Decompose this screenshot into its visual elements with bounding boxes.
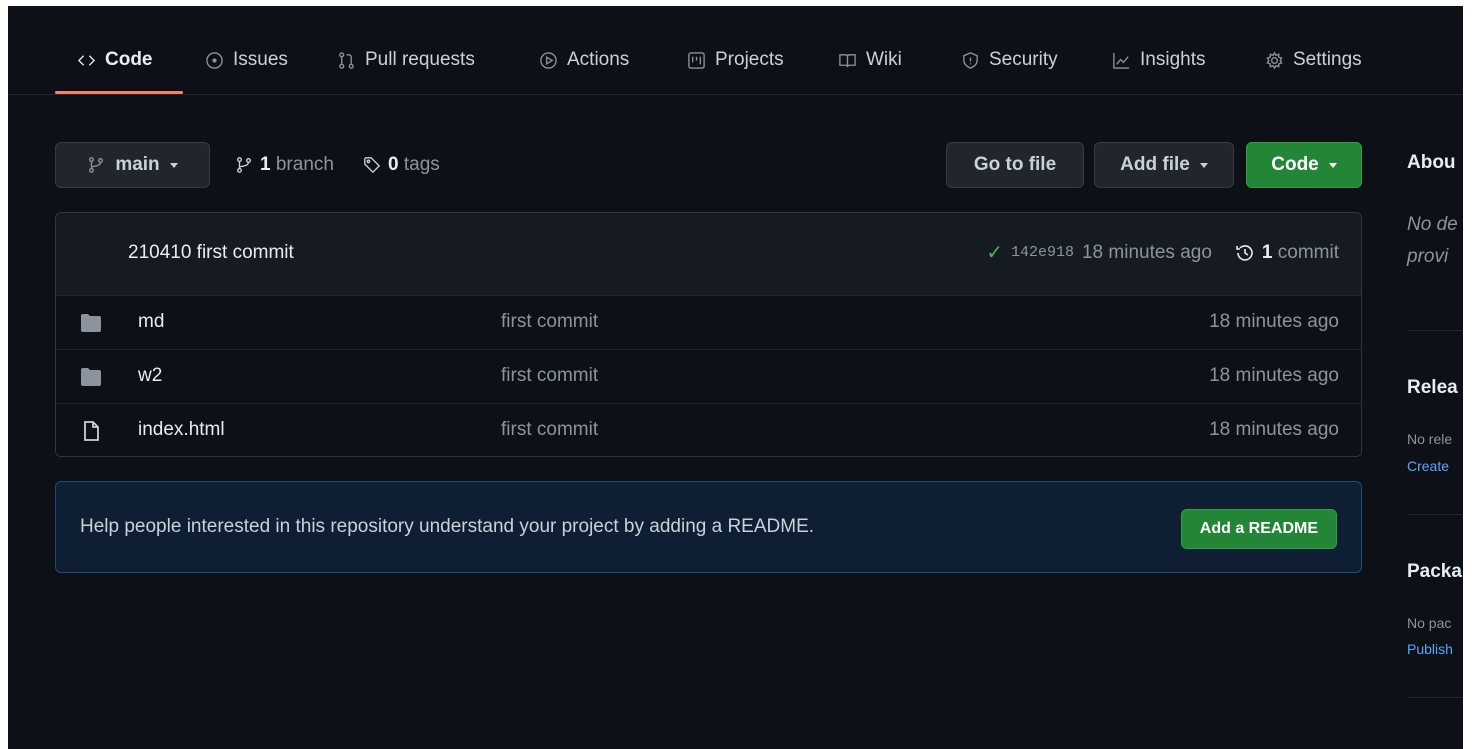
repo-nav: Code Issues Pull requests Actions Projec… — [8, 6, 1463, 95]
history-icon — [1236, 244, 1253, 261]
readme-banner: Help people interested in this repositor… — [55, 481, 1362, 573]
book-icon — [839, 53, 856, 67]
branch-select-button[interactable]: main — [55, 142, 210, 188]
check-icon: ✓ — [986, 242, 1003, 264]
file-age: 18 minutes ago — [1209, 419, 1339, 440]
shield-icon — [963, 51, 978, 69]
code-button-label: Code — [1271, 154, 1319, 175]
tab-settings-label: Settings — [1293, 49, 1362, 70]
packages-title[interactable]: Packa — [1407, 561, 1462, 583]
readme-banner-text: Help people interested in this repositor… — [80, 516, 815, 537]
latest-commit-header: 210410 first commit ✓ 142e918 18 minutes… — [56, 213, 1361, 296]
play-icon — [540, 51, 557, 69]
table-row[interactable]: md first commit 18 minutes ago — [56, 295, 1361, 349]
packages-text: No pac — [1407, 615, 1452, 631]
tab-wiki[interactable]: Wiki — [838, 46, 902, 74]
about-description-line2: provi — [1407, 246, 1449, 267]
code-icon — [77, 54, 96, 66]
gear-icon — [1266, 51, 1283, 69]
tag-count: 0 — [388, 154, 399, 175]
sidebar-divider — [1407, 330, 1463, 331]
tag-icon — [364, 157, 381, 174]
tab-projects-label: Projects — [715, 49, 784, 70]
commit-sha[interactable]: 142e918 — [1011, 244, 1074, 261]
tab-actions-label: Actions — [567, 49, 630, 70]
tab-projects[interactable]: Projects — [687, 46, 784, 74]
repository-page: Code Issues Pull requests Actions Projec… — [8, 6, 1463, 749]
about-description-line1: No de — [1407, 214, 1458, 235]
about-title: Abou — [1407, 152, 1456, 173]
folder-icon — [81, 314, 101, 332]
tag-label: tags — [403, 154, 440, 175]
file-name[interactable]: index.html — [138, 419, 225, 441]
table-row[interactable]: w2 first commit 18 minutes ago — [56, 349, 1361, 403]
folder-icon — [81, 368, 101, 386]
selected-tab-underline — [55, 91, 183, 94]
latest-commit-message[interactable]: 210410 first commit — [128, 242, 294, 264]
graph-icon — [1113, 52, 1130, 69]
chevron-down-icon — [1199, 162, 1208, 168]
tab-insights[interactable]: Insights — [1112, 46, 1205, 74]
file-list: 210410 first commit ✓ 142e918 18 minutes… — [55, 212, 1362, 457]
branch-label: branch — [275, 154, 334, 175]
file-commit-message[interactable]: first commit — [501, 365, 598, 387]
branch-count: 1 — [260, 154, 271, 175]
latest-commit-details: ✓ 142e918 18 minutes ago 1 commit — [986, 240, 1339, 265]
file-name[interactable]: w2 — [138, 365, 162, 387]
releases-title[interactable]: Relea — [1407, 377, 1458, 399]
branch-icon — [237, 157, 251, 173]
file-age: 18 minutes ago — [1209, 365, 1339, 386]
tab-security[interactable]: Security — [961, 46, 1058, 74]
releases-text: No rele — [1407, 431, 1453, 447]
pull-request-icon — [339, 51, 354, 69]
add-file-label: Add file — [1120, 154, 1190, 175]
add-file-button[interactable]: Add file — [1094, 142, 1234, 188]
tab-wiki-label: Wiki — [866, 49, 902, 70]
tab-pull-requests[interactable]: Pull requests — [337, 46, 475, 74]
tags-link[interactable]: 0 tags — [363, 152, 440, 178]
sidebar-divider — [1407, 697, 1463, 698]
file-commit-message[interactable]: first commit — [501, 311, 598, 333]
tab-code-label: Code — [105, 49, 153, 70]
commits-link[interactable]: 1 commit — [1234, 242, 1339, 264]
file-name[interactable]: md — [138, 311, 164, 333]
publish-package-link[interactable]: Publish — [1407, 641, 1453, 657]
branches-link[interactable]: 1 branch — [235, 152, 334, 178]
tab-insights-label: Insights — [1140, 49, 1206, 70]
add-readme-button[interactable]: Add a README — [1180, 509, 1337, 549]
commit-time: 18 minutes ago — [1081, 241, 1212, 263]
tab-actions[interactable]: Actions — [539, 46, 629, 74]
issue-icon — [206, 51, 223, 69]
sidebar-divider — [1407, 514, 1463, 515]
tab-issues[interactable]: Issues — [205, 46, 288, 74]
tab-issues-label: Issues — [233, 49, 288, 70]
file-commit-message[interactable]: first commit — [501, 419, 598, 441]
go-to-file-button[interactable]: Go to file — [946, 142, 1084, 188]
commit-count: 1 — [1261, 241, 1273, 263]
chevron-down-icon — [169, 162, 178, 168]
tab-security-label: Security — [989, 49, 1058, 70]
go-to-file-label: Go to file — [973, 154, 1057, 175]
tab-settings[interactable]: Settings — [1265, 46, 1362, 74]
file-age: 18 minutes ago — [1209, 311, 1339, 332]
create-release-link[interactable]: Create — [1407, 458, 1449, 474]
tab-pull-requests-label: Pull requests — [365, 49, 475, 70]
commit-label: commit — [1277, 241, 1339, 263]
table-row[interactable]: index.html first commit 18 minutes ago — [56, 403, 1361, 456]
branch-icon — [89, 157, 104, 173]
chevron-down-icon — [1328, 162, 1337, 168]
project-icon — [688, 51, 705, 69]
branch-name: main — [115, 154, 160, 175]
tab-code[interactable]: Code — [77, 46, 153, 74]
file-icon — [84, 421, 99, 441]
code-button[interactable]: Code — [1246, 142, 1362, 188]
